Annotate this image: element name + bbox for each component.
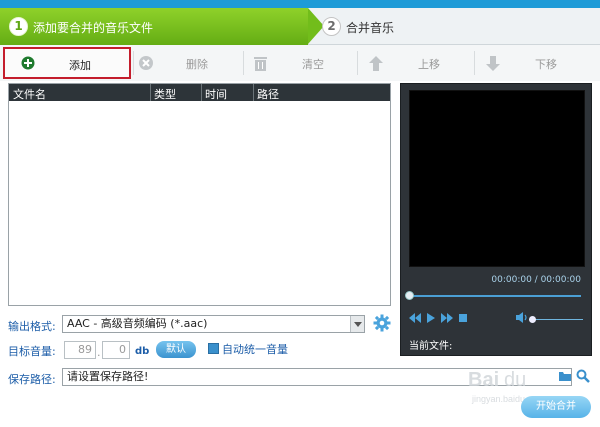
current-file-label: 当前文件: [409,341,453,352]
column-header-type[interactable]: 类型 [154,86,176,102]
volume-icon[interactable] [516,312,528,323]
play-icon[interactable] [427,313,435,323]
column-divider [201,84,202,101]
volume-decimal-input[interactable]: 0 [102,341,130,359]
delete-circle-icon [139,56,153,70]
gear-icon[interactable] [373,314,391,332]
output-format-value: AAC - 高级音频编码 (*.aac) [67,317,208,330]
svg-text:jingyan.baidu: jingyan.baidu [471,394,525,404]
auto-normalize-label: 自动统一音量 [222,343,288,356]
move-up-button[interactable]: 上移 [368,47,472,79]
toolbar-divider [133,51,134,75]
toolbar-divider [474,51,475,75]
toolbar-divider [357,51,358,75]
add-button[interactable]: 添加 [3,47,131,79]
target-volume-label: 目标音量: [8,345,56,358]
column-divider [253,84,254,101]
column-header-time[interactable]: 时间 [205,86,227,102]
step-1[interactable]: 1 添加要合并的音乐文件 [0,8,308,45]
seek-bar[interactable] [409,295,581,297]
default-button[interactable]: 默认 [156,341,196,358]
clear-button-label: 清空 [302,58,324,71]
clear-button[interactable]: 清空 [252,47,356,79]
delete-button-label: 删除 [186,58,208,71]
trash-icon [254,57,267,71]
move-down-button[interactable]: 下移 [485,47,589,79]
svg-text:Bai: Bai [468,369,499,391]
output-format-select[interactable]: AAC - 高级音频编码 (*.aac) [62,315,365,333]
delete-button[interactable]: 删除 [136,47,240,79]
title-bar [0,0,600,8]
auto-normalize-checkbox[interactable] [208,343,219,354]
decimal-separator: . [97,346,101,359]
svg-text:du: du [504,369,526,391]
column-header-path[interactable]: 路径 [257,86,279,102]
toolbar-divider [243,51,244,75]
output-format-label: 输出格式: [8,320,56,333]
arrow-up-icon [369,56,383,71]
move-down-button-label: 下移 [535,58,557,71]
volume-handle[interactable] [529,316,536,323]
file-list-header: 文件名 类型 时间 路径 [9,84,390,101]
column-header-filename[interactable]: 文件名 [13,86,46,102]
playback-time: 00:00:00 / 00:00:00 [491,275,581,285]
media-player: 00:00:00 / 00:00:00 当前文件: [400,83,592,356]
stop-icon[interactable] [459,313,468,323]
toolbar: 添加 删除 清空 上移 下移 [0,45,600,81]
save-path-label: 保存路径: [8,373,56,386]
start-merge-button[interactable]: 开始合并 [521,396,591,418]
add-button-label: 添加 [69,59,91,72]
volume-unit: db [135,346,150,357]
move-up-button-label: 上移 [418,58,440,71]
arrow-down-icon [486,56,500,71]
chevron-down-icon[interactable] [350,316,364,332]
column-divider [150,84,151,101]
step-2-number: 2 [322,17,341,36]
seek-handle[interactable] [405,291,414,300]
video-preview [409,90,585,267]
fast-forward-icon[interactable] [441,313,453,323]
step-1-number: 1 [9,17,28,36]
plus-circle-icon [21,56,35,70]
rewind-icon[interactable] [409,313,421,323]
wizard-steps: 1 添加要合并的音乐文件 2 合并音乐 [0,8,600,45]
step-2-label: 合并音乐 [346,21,395,35]
search-icon[interactable] [576,369,590,383]
volume-slider[interactable] [529,319,583,320]
file-list[interactable]: 文件名 类型 时间 路径 [8,83,391,306]
step-1-label: 添加要合并的音乐文件 [33,21,154,35]
volume-integer-input[interactable]: 89 [64,341,96,359]
